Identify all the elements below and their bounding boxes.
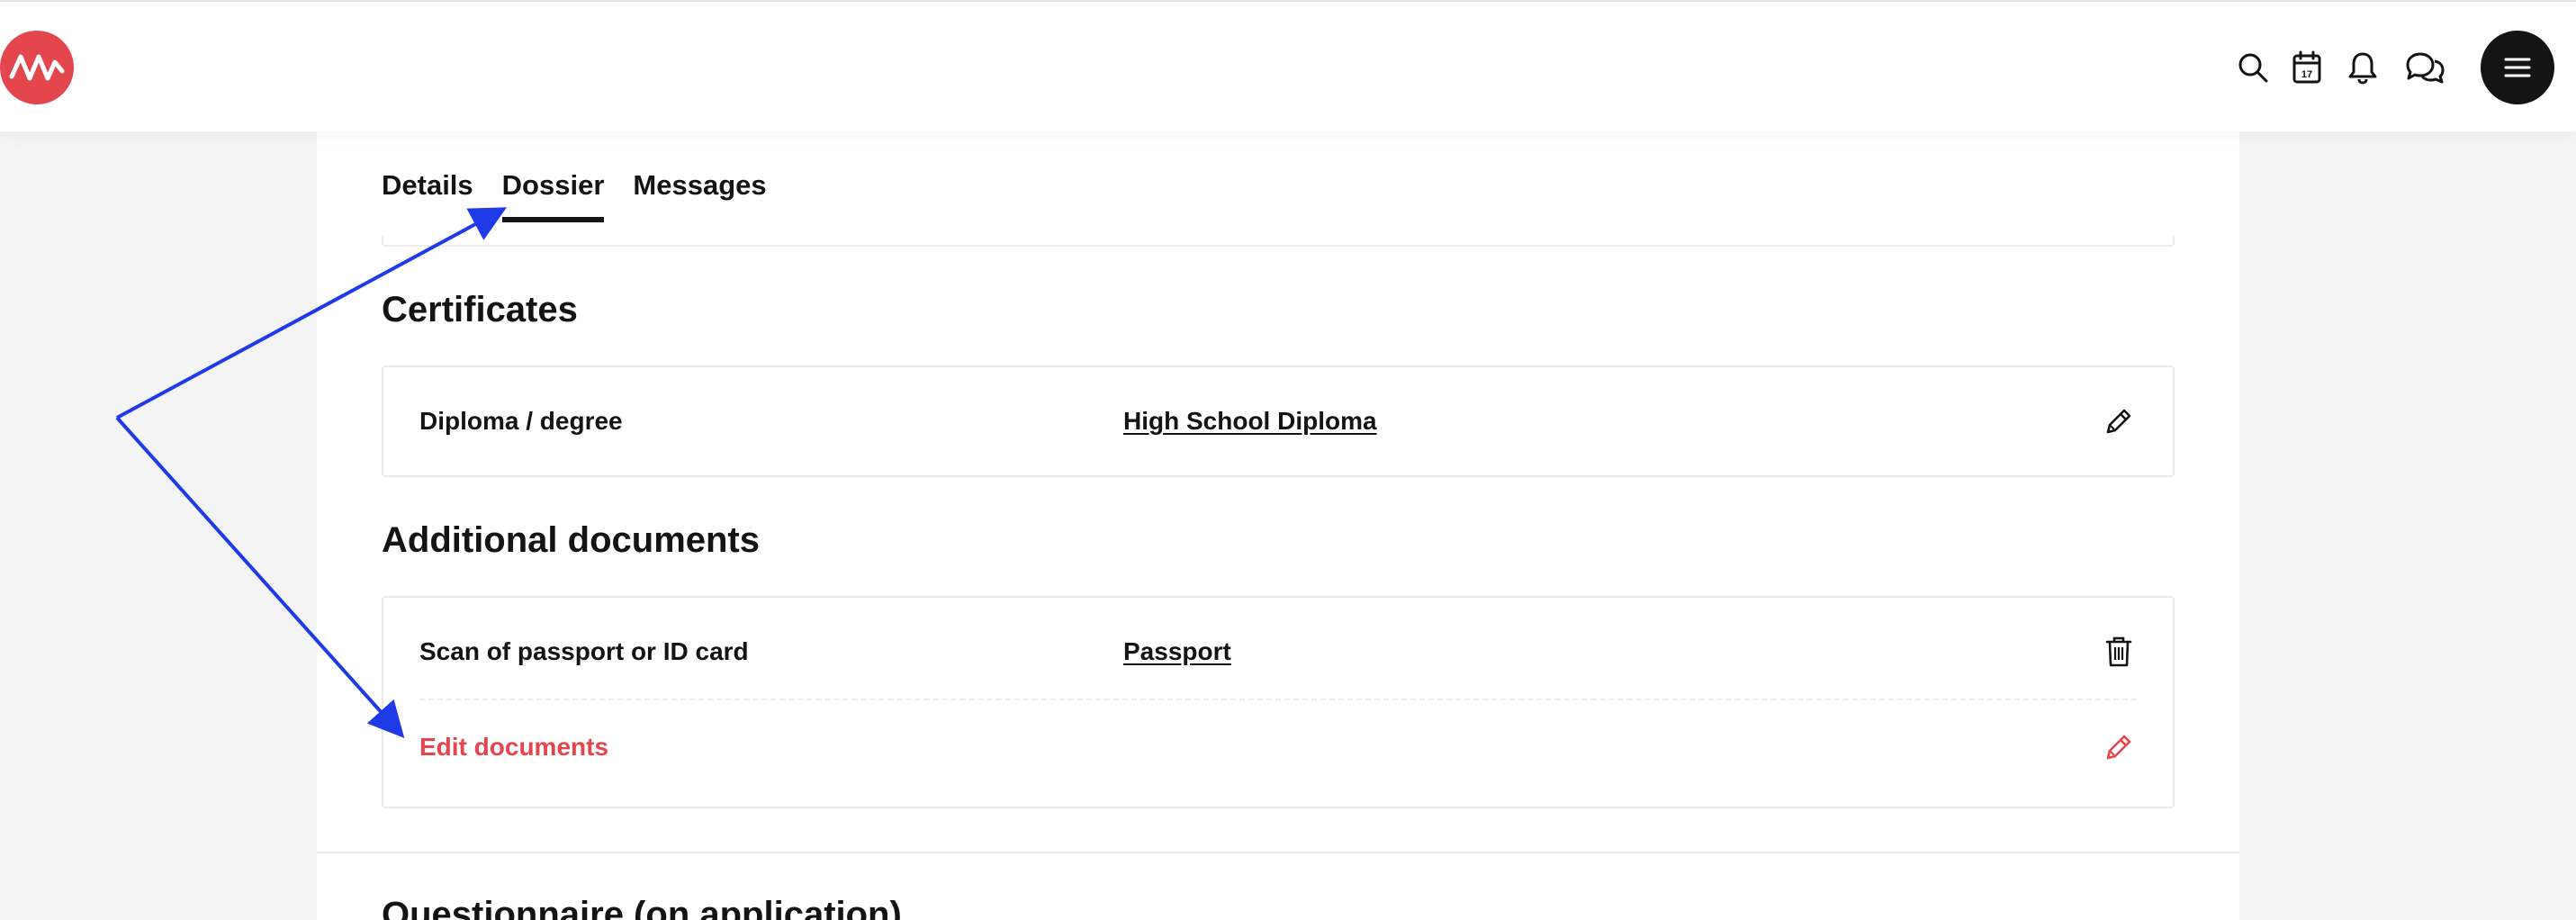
section-divider xyxy=(317,852,2239,853)
certificate-row: Diploma / degree High School Diploma xyxy=(419,394,2137,448)
notifications-button[interactable] xyxy=(2344,49,2382,86)
menu-button[interactable] xyxy=(2481,31,2554,104)
questionnaire-title: Questionnaire (on application) xyxy=(382,895,902,920)
calendar-day-label: 17 xyxy=(2301,69,2312,80)
top-bar: 17 xyxy=(0,0,2576,131)
pencil-icon xyxy=(2106,409,2131,434)
chat-icon xyxy=(2406,52,2445,84)
search-button[interactable] xyxy=(2234,49,2272,86)
certificate-label: Diploma / degree xyxy=(419,407,623,435)
delete-document-button[interactable] xyxy=(2101,634,2137,670)
certificate-file-link[interactable]: High School Diploma xyxy=(1123,407,1377,436)
tab-divider xyxy=(382,236,2175,247)
document-file-link[interactable]: Passport xyxy=(1123,637,1231,666)
additional-documents-title: Additional documents xyxy=(382,520,760,560)
edit-documents-row[interactable]: Edit documents xyxy=(419,720,2137,774)
additional-documents-card: Scan of passport or ID card Passport Edi… xyxy=(382,596,2175,808)
bell-icon xyxy=(2348,52,2377,85)
search-icon xyxy=(2238,53,2268,83)
tab-messages[interactable]: Messages xyxy=(633,169,766,205)
certificates-title: Certificates xyxy=(382,290,578,329)
messages-button[interactable] xyxy=(2403,49,2446,86)
main-panel: Details Dossier Messages Certificates Di… xyxy=(317,131,2239,920)
hamburger-menu-icon xyxy=(2504,58,2531,77)
document-row: Scan of passport or ID card Passport xyxy=(419,625,2137,679)
document-label: Scan of passport or ID card xyxy=(419,637,749,665)
certificates-card: Diploma / degree High School Diploma xyxy=(382,365,2175,477)
edit-documents-link[interactable]: Edit documents xyxy=(419,733,608,762)
trash-icon xyxy=(2105,636,2132,667)
tab-dossier[interactable]: Dossier xyxy=(501,169,604,222)
calendar-button[interactable]: 17 xyxy=(2288,49,2326,86)
edit-certificate-button[interactable] xyxy=(2101,403,2137,439)
logo-wave-icon xyxy=(9,54,65,81)
logo[interactable] xyxy=(0,31,74,104)
tab-bar: Details Dossier Messages xyxy=(382,169,767,222)
row-divider xyxy=(419,699,2137,700)
calendar-icon: 17 xyxy=(2292,50,2321,84)
edit-documents-button[interactable] xyxy=(2101,729,2137,765)
pencil-icon xyxy=(2106,735,2131,760)
tab-details[interactable]: Details xyxy=(382,169,473,205)
